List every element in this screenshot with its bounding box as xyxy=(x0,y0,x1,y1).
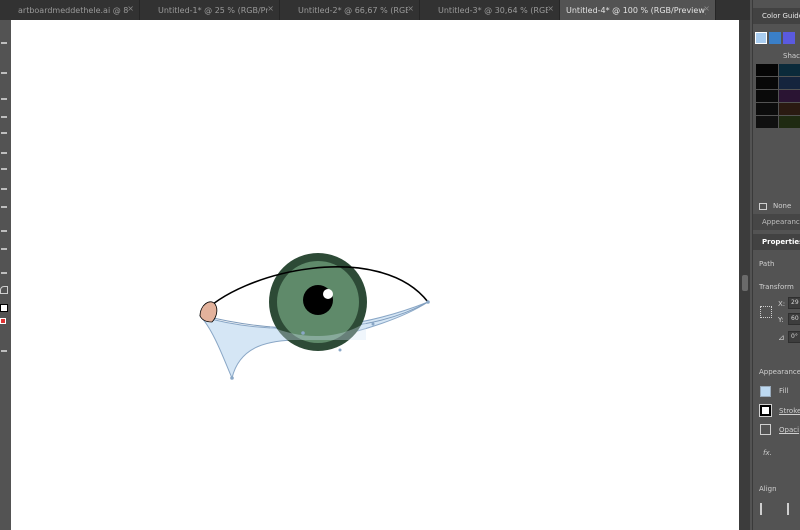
variation-swatch[interactable] xyxy=(778,64,800,76)
reference-point-icon[interactable] xyxy=(760,306,772,318)
close-icon[interactable]: × xyxy=(547,4,554,13)
align-left-icon[interactable] xyxy=(760,503,774,515)
none-color-icon[interactable] xyxy=(0,318,6,324)
fill-label[interactable]: Fill xyxy=(779,387,788,395)
pen-tool-icon[interactable] xyxy=(1,98,7,100)
type-tool-icon[interactable] xyxy=(1,116,7,118)
close-icon[interactable]: × xyxy=(127,4,134,13)
artboard[interactable] xyxy=(11,20,750,530)
variation-swatch[interactable] xyxy=(756,64,778,76)
tab-artboardmeddethele[interactable]: artboardmeddethele.ai @ 8,33 ... × xyxy=(0,0,140,20)
variation-swatch[interactable] xyxy=(778,90,800,102)
eraser-tool-icon[interactable] xyxy=(1,188,7,190)
scrollbar-thumb[interactable] xyxy=(742,275,748,291)
close-icon[interactable]: × xyxy=(267,4,274,13)
anchor-point xyxy=(338,348,342,352)
transform-heading: Transform xyxy=(759,283,794,291)
direct-selection-tool-icon[interactable] xyxy=(1,72,7,74)
variation-swatch[interactable] xyxy=(756,90,778,102)
line-tool-icon[interactable] xyxy=(1,132,7,134)
eye-illustration[interactable] xyxy=(11,20,750,530)
fill-swatch[interactable] xyxy=(760,386,771,397)
tab-untitled-2[interactable]: Untitled-2* @ 66,67 % (RGB/Prev... × xyxy=(280,0,420,20)
y-label: Y: xyxy=(778,316,784,324)
tab-untitled-4[interactable]: Untitled-4* @ 100 % (RGB/Preview) × xyxy=(560,0,716,20)
width-tool-icon[interactable] xyxy=(1,248,7,250)
tab-appearance[interactable]: Appearance xyxy=(753,214,800,230)
angle-field[interactable]: 0° xyxy=(788,331,800,343)
document-tab-bar: artboardmeddethele.ai @ 8,33 ... × Untit… xyxy=(0,0,750,20)
variation-swatch[interactable] xyxy=(756,103,778,115)
canvas-area[interactable] xyxy=(11,20,750,530)
anchor-point xyxy=(426,300,430,304)
tab-label: Untitled-3* @ 30,64 % (RGB/Pre... xyxy=(438,5,548,15)
fill-color-icon[interactable] xyxy=(0,304,8,312)
tab-label: artboardmeddethele.ai @ 8,33 ... xyxy=(18,5,128,15)
tab-label: Untitled-2* @ 66,67 % (RGB/Prev... xyxy=(298,5,408,15)
shape-tool-icon[interactable] xyxy=(1,152,7,154)
hand-tool-icon[interactable] xyxy=(1,272,7,274)
close-icon[interactable]: × xyxy=(407,4,414,13)
x-field[interactable]: 29 xyxy=(788,297,800,309)
rotate-tool-icon[interactable] xyxy=(1,206,7,208)
close-icon[interactable]: × xyxy=(703,4,710,13)
anchor-point xyxy=(371,322,375,326)
selection-tool-icon[interactable] xyxy=(1,42,7,44)
tab-color-guide[interactable]: Color Guide xyxy=(753,8,800,24)
swap-colors-icon[interactable] xyxy=(0,286,8,294)
harmony-swatch[interactable] xyxy=(769,32,781,44)
right-panel: Color Guide Shac None Appearance Propert… xyxy=(752,0,800,530)
variation-swatch[interactable] xyxy=(756,116,778,128)
stroke-label[interactable]: Stroke xyxy=(779,407,800,415)
swatch-library-icon[interactable] xyxy=(759,202,767,210)
eye-highlight xyxy=(323,289,333,299)
color-guide-swatches xyxy=(755,32,800,44)
tab-untitled-1[interactable]: Untitled-1* @ 25 % (RGB/Preview × xyxy=(140,0,280,20)
x-label: X: xyxy=(778,300,786,308)
none-label: None xyxy=(773,202,792,210)
tab-label: Untitled-4* @ 100 % (RGB/Preview) xyxy=(566,5,706,15)
shades-label: Shac xyxy=(783,52,800,60)
caruncle-shape xyxy=(199,301,218,323)
tools-panel xyxy=(0,20,11,530)
align-heading: Align xyxy=(759,485,777,493)
anchor-point xyxy=(301,331,305,335)
tab-label: Untitled-1* @ 25 % (RGB/Preview xyxy=(158,5,268,15)
opacity-icon[interactable] xyxy=(760,424,771,435)
opacity-label[interactable]: Opaci xyxy=(779,426,799,434)
angle-icon: ⊿ xyxy=(778,333,785,342)
variation-swatch[interactable] xyxy=(778,77,800,89)
variation-swatch[interactable] xyxy=(778,116,800,128)
stroke-swatch[interactable] xyxy=(759,404,772,417)
variation-swatch[interactable] xyxy=(756,77,778,89)
align-center-icon[interactable] xyxy=(787,503,799,515)
y-field[interactable]: 60 xyxy=(788,313,800,325)
tab-untitled-3[interactable]: Untitled-3* @ 30,64 % (RGB/Pre... × xyxy=(420,0,560,20)
variation-swatch[interactable] xyxy=(778,103,800,115)
illustrator-window: artboardmeddethele.ai @ 8,33 ... × Untit… xyxy=(0,0,800,530)
selection-type-label: Path xyxy=(759,260,775,268)
anchor-point xyxy=(230,376,234,380)
color-variations-grid xyxy=(756,64,800,129)
harmony-swatch[interactable] xyxy=(783,32,795,44)
none-row[interactable]: None xyxy=(759,200,800,212)
scale-tool-icon[interactable] xyxy=(1,230,7,232)
brush-tool-icon[interactable] xyxy=(1,168,7,170)
drawing-mode-icon[interactable] xyxy=(1,350,7,352)
tab-properties[interactable]: Properties xyxy=(753,234,800,250)
base-color-swatch[interactable] xyxy=(755,32,767,44)
fx-icon[interactable]: fx. xyxy=(763,449,772,457)
appearance-heading: Appearance xyxy=(759,368,800,376)
